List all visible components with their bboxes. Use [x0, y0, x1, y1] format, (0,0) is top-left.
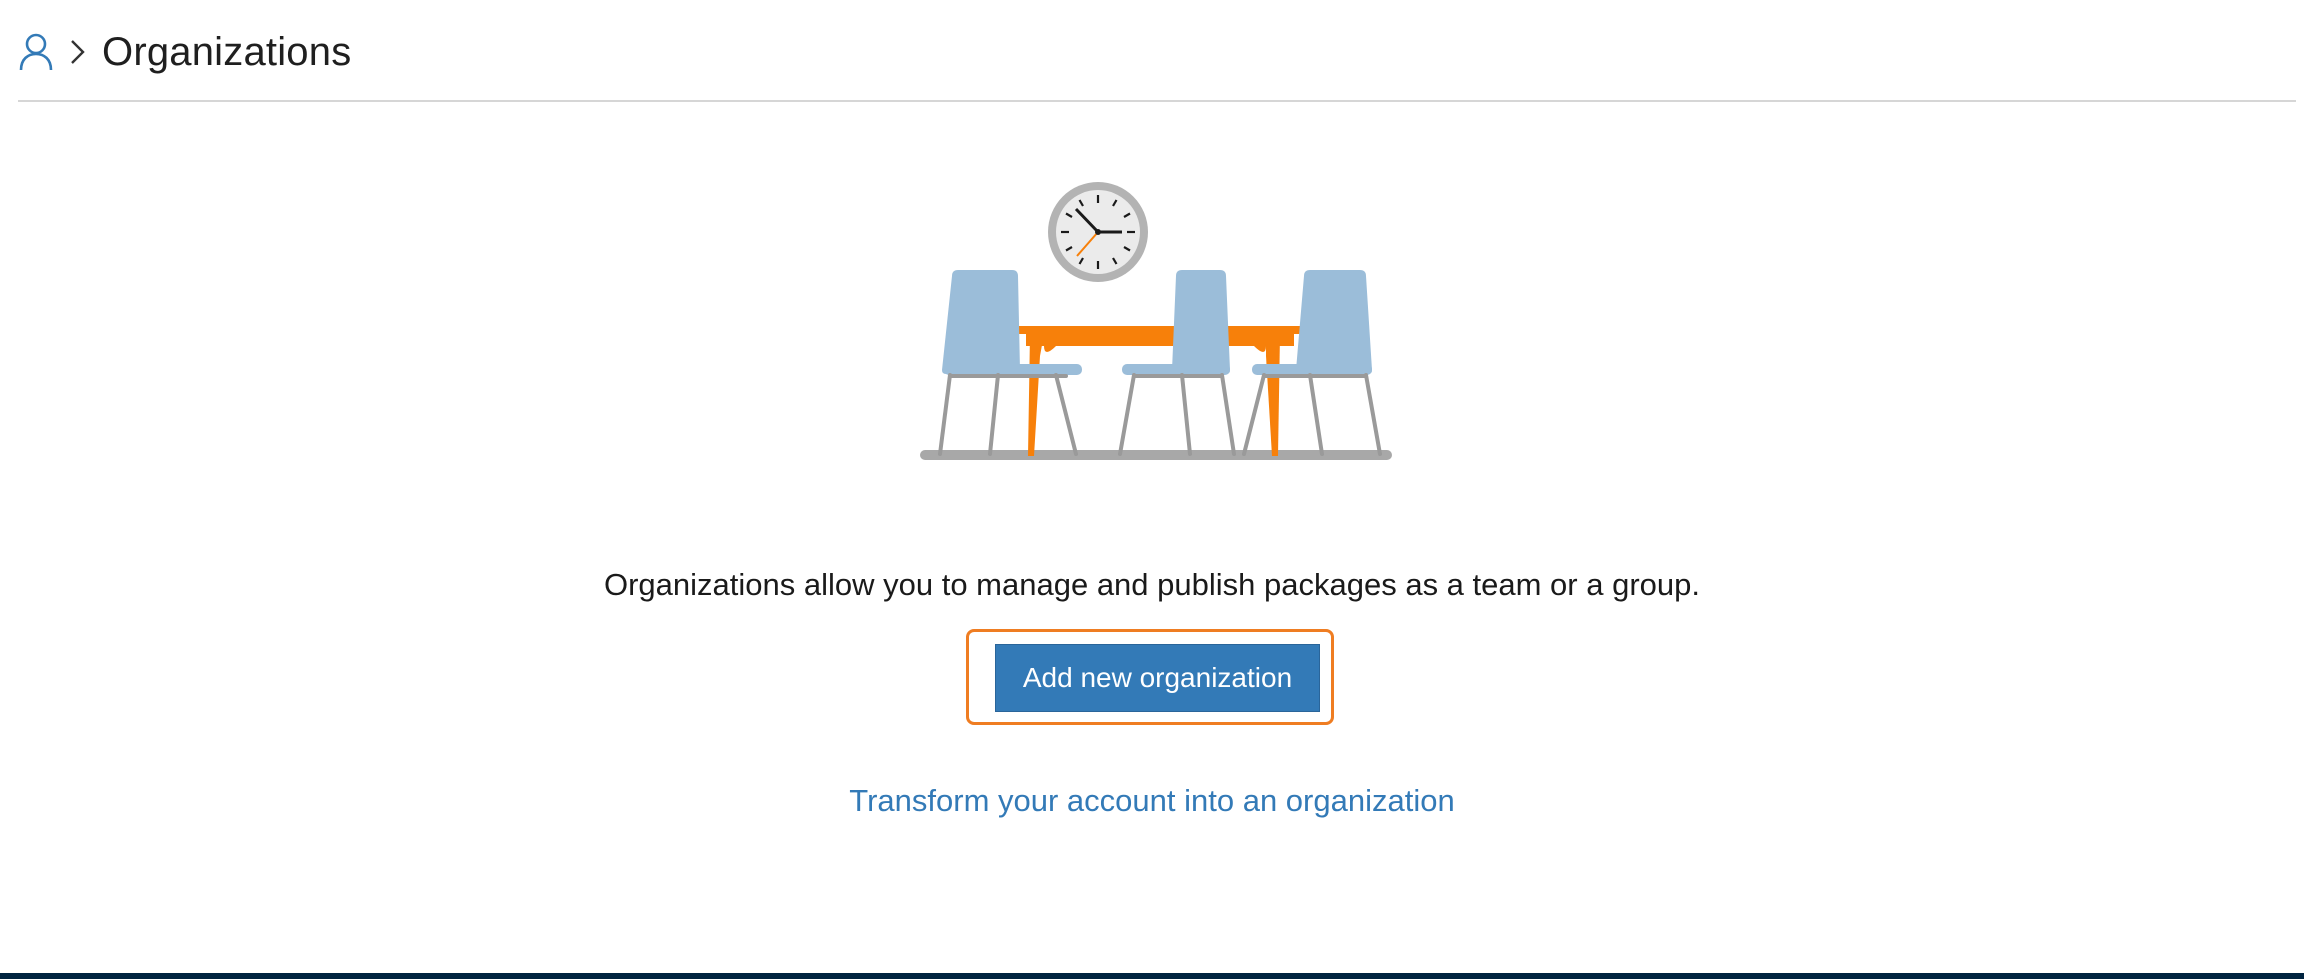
chair-icon [1118, 270, 1236, 456]
chair-icon [938, 270, 1082, 456]
transform-account-link[interactable]: Transform your account into an organizat… [0, 783, 2304, 819]
page-header: Organizations [18, 18, 2296, 102]
meeting-room-illustration [920, 182, 1392, 460]
page: Organizations Organizations allow you to… [0, 0, 2304, 979]
breadcrumb: Organizations [18, 26, 351, 78]
chevron-right-icon [71, 40, 85, 64]
user-icon[interactable] [18, 32, 54, 72]
organizations-description: Organizations allow you to manage and pu… [603, 567, 1700, 602]
footer-bar [0, 973, 2304, 979]
chair-icon [1242, 270, 1382, 456]
clock-icon [1048, 182, 1148, 282]
table-icon [1008, 326, 1318, 456]
page-title: Organizations [102, 29, 352, 74]
add-new-organization-button[interactable]: Add new organization [995, 644, 1320, 712]
